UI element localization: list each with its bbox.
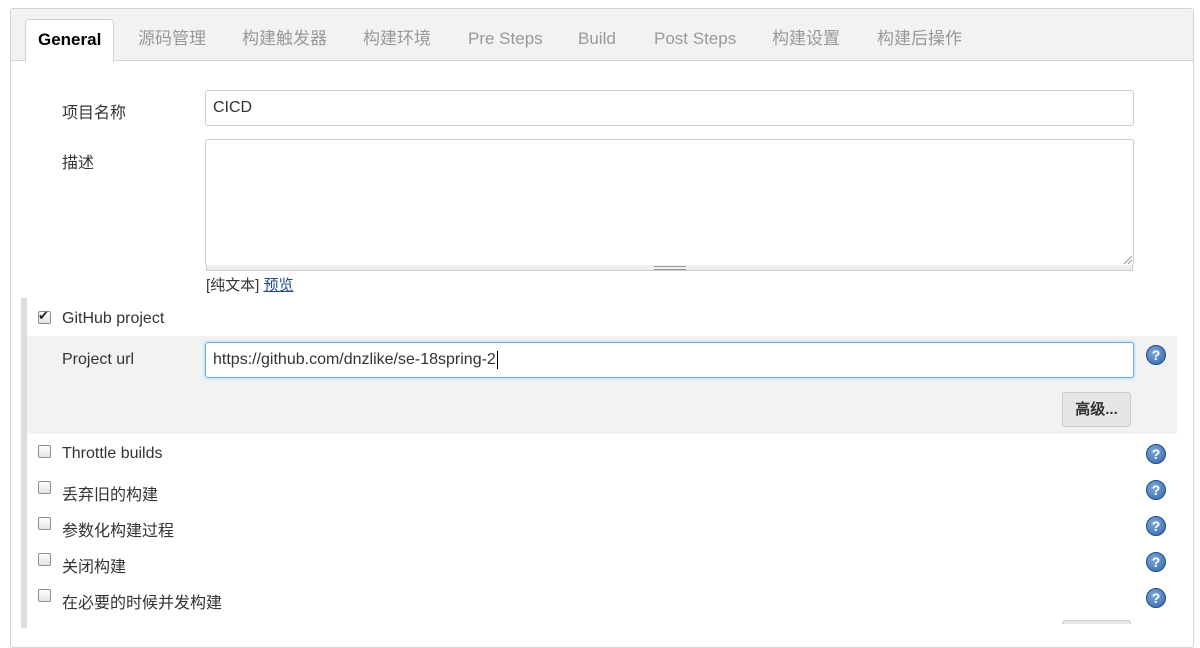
disable-build-label: 关闭构建 xyxy=(62,559,127,576)
tab-bar: General 源码管理 构建触发器 构建环境 Pre Steps Build … xyxy=(11,9,1193,62)
checkmark-icon: ✔ xyxy=(38,308,49,323)
project-url-input[interactable]: https://github.com/dnzlike/se-18spring-2 xyxy=(205,342,1134,378)
project-name-label: 项目名称 xyxy=(62,105,127,122)
help-icon[interactable]: ? xyxy=(1146,516,1166,536)
github-project-label: GitHub project xyxy=(62,310,165,327)
throttle-builds-label: Throttle builds xyxy=(62,445,163,462)
tab-build-triggers[interactable]: 构建触发器 xyxy=(242,19,327,62)
help-icon[interactable]: ? xyxy=(1146,480,1166,500)
project-url-label: Project url xyxy=(62,351,135,368)
tab-post-steps[interactable]: Post Steps xyxy=(654,19,736,62)
github-project-checkbox[interactable]: ✔ xyxy=(38,308,51,324)
tab-build[interactable]: Build xyxy=(578,19,616,62)
plain-text-label: [纯文本] xyxy=(206,277,260,294)
tab-general[interactable]: General xyxy=(25,19,115,62)
help-icon[interactable]: ? xyxy=(1146,345,1166,365)
help-icon[interactable]: ? xyxy=(1146,588,1166,608)
tab-source-control[interactable]: 源码管理 xyxy=(138,19,206,62)
text-caret xyxy=(496,350,498,369)
concurrent-build-label: 在必要的时候并发构建 xyxy=(62,595,223,612)
advanced-button-partial[interactable] xyxy=(1062,620,1131,624)
tab-build-settings[interactable]: 构建设置 xyxy=(772,19,840,62)
help-icon[interactable]: ? xyxy=(1146,444,1166,464)
tab-pre-steps[interactable]: Pre Steps xyxy=(468,19,543,62)
description-textarea[interactable] xyxy=(205,139,1134,271)
textarea-grip[interactable] xyxy=(206,265,1133,271)
parameterized-build-label: 参数化构建过程 xyxy=(62,523,175,540)
throttle-builds-checkbox[interactable] xyxy=(38,445,51,458)
disable-build-checkbox[interactable] xyxy=(38,553,51,566)
help-icon[interactable]: ? xyxy=(1146,552,1166,572)
concurrent-build-checkbox[interactable] xyxy=(38,589,51,602)
resize-handle[interactable] xyxy=(1124,256,1132,264)
advanced-button[interactable]: 高级... xyxy=(1062,392,1131,427)
tab-post-build-actions[interactable]: 构建后操作 xyxy=(877,19,962,62)
description-label: 描述 xyxy=(62,155,95,172)
parameterized-build-checkbox[interactable] xyxy=(38,517,51,530)
description-format: [纯文本] 预览 xyxy=(206,274,294,295)
preview-link[interactable]: 预览 xyxy=(264,277,294,294)
tab-build-environment[interactable]: 构建环境 xyxy=(363,19,431,62)
project-url-value: https://github.com/dnzlike/se-18spring-2 xyxy=(213,351,496,368)
discard-old-builds-label: 丢弃旧的构建 xyxy=(62,487,159,504)
discard-old-builds-checkbox[interactable] xyxy=(38,481,51,494)
project-name-input[interactable] xyxy=(205,90,1134,126)
